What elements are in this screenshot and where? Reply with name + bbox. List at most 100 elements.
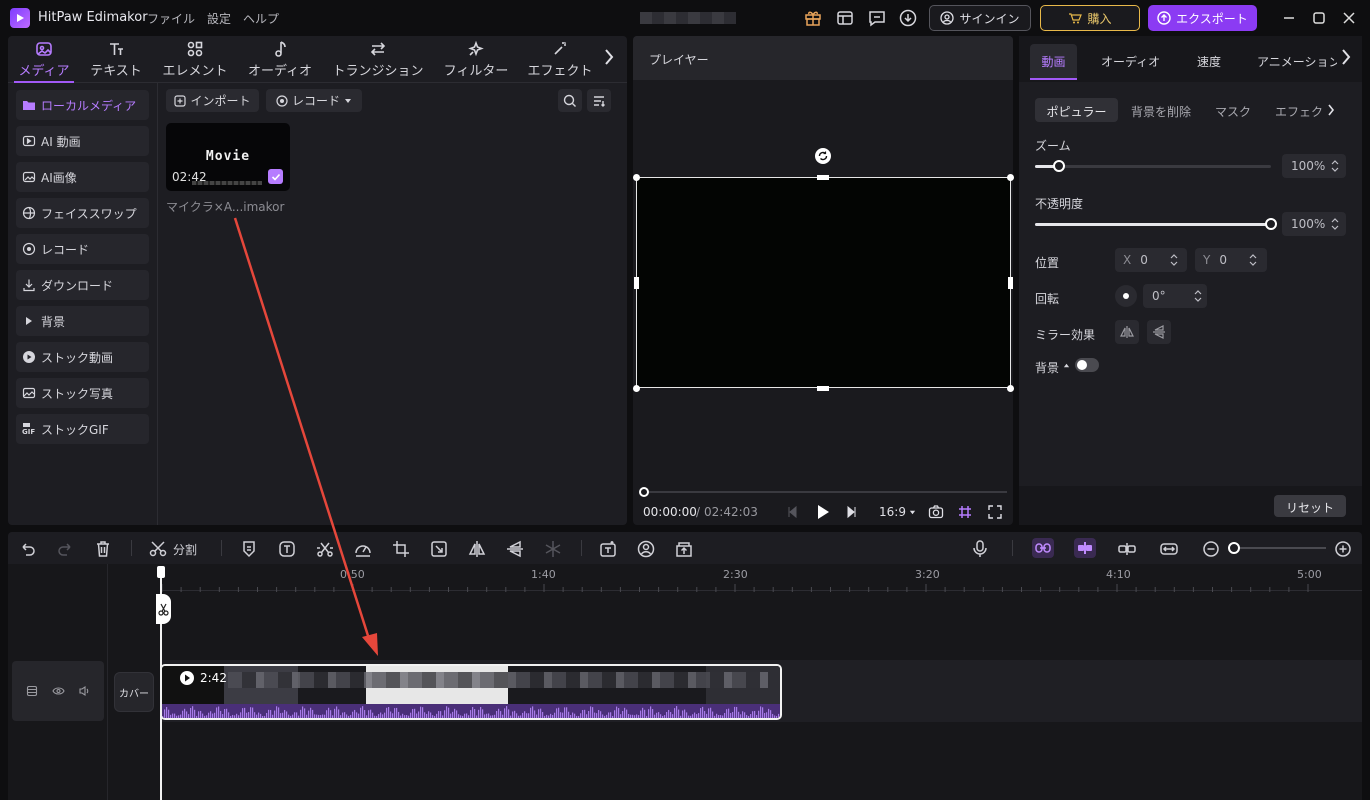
selected-check-icon[interactable]: [268, 169, 283, 184]
shield-marker-icon[interactable]: [239, 539, 259, 559]
stepper-icon[interactable]: [1249, 252, 1257, 268]
subtab-popular[interactable]: ポピュラー: [1035, 98, 1118, 122]
sort-icon[interactable]: [587, 89, 611, 112]
chevron-right-icon[interactable]: [1327, 104, 1335, 116]
video-clip[interactable]: 2:42: [160, 664, 782, 720]
category-text[interactable]: テキスト: [86, 40, 146, 80]
stepper-icon[interactable]: [1331, 158, 1339, 174]
category-effect[interactable]: エフェクト: [524, 40, 596, 80]
buy-button[interactable]: 購入: [1040, 5, 1140, 31]
fullscreen-icon[interactable]: [987, 504, 1003, 520]
zoom-slider-track[interactable]: [1035, 160, 1271, 172]
sidebar-item[interactable]: AI 動画: [16, 126, 149, 156]
opacity-value-field[interactable]: 100%: [1282, 212, 1346, 236]
snapshot-camera-icon[interactable]: [928, 504, 944, 520]
sidebar-item[interactable]: ローカルメディア: [16, 90, 149, 120]
category-media[interactable]: メディア: [14, 40, 74, 83]
mirror-icon[interactable]: [467, 539, 487, 559]
sidebar-item[interactable]: ストック動画: [16, 342, 149, 372]
play-icon[interactable]: [816, 504, 830, 520]
sidebar-item[interactable]: レコード: [16, 234, 149, 264]
import-button[interactable]: インポート: [166, 89, 259, 112]
stepper-icon[interactable]: [1331, 216, 1339, 232]
stepper-icon[interactable]: [1194, 288, 1202, 304]
menu-settings[interactable]: 設定: [207, 10, 231, 27]
caret-up-icon[interactable]: [1063, 362, 1070, 369]
flip-icon[interactable]: [505, 539, 525, 559]
gift-icon[interactable]: [803, 8, 823, 28]
sidebar-item[interactable]: 背景: [16, 306, 149, 336]
flip-horizontal-icon[interactable]: [1115, 320, 1139, 344]
grid-icon[interactable]: [957, 504, 973, 520]
tab-speed[interactable]: 速度: [1197, 53, 1221, 70]
opacity-slider-track[interactable]: [1035, 218, 1277, 230]
category-audio[interactable]: オーディオ: [244, 40, 316, 80]
sidebar-item[interactable]: ダウンロード: [16, 270, 149, 300]
resize-handle[interactable]: [634, 277, 639, 289]
crop-icon[interactable]: [391, 539, 411, 559]
tab-video[interactable]: 動画: [1030, 44, 1077, 80]
position-y-field[interactable]: Y 0: [1195, 248, 1267, 272]
fit-width-icon[interactable]: [1159, 539, 1179, 559]
resize-handle[interactable]: [1008, 277, 1013, 289]
undo-icon[interactable]: [18, 539, 38, 559]
menu-file[interactable]: ファイル: [147, 10, 195, 27]
text-box-icon[interactable]: [277, 539, 297, 559]
eye-visibility-icon[interactable]: [52, 685, 65, 697]
tab-animation[interactable]: アニメーション: [1257, 53, 1337, 70]
resize-handle[interactable]: [1007, 385, 1014, 392]
cover-button[interactable]: カバー: [114, 672, 154, 712]
aspect-ratio-dropdown[interactable]: 16:9: [879, 505, 916, 519]
rotate-handle-icon[interactable]: [814, 147, 832, 165]
freeze-snowflake-icon[interactable]: [543, 539, 563, 559]
speaker-icon[interactable]: [78, 685, 91, 697]
delete-icon[interactable]: [93, 539, 113, 559]
previous-frame-icon[interactable]: [786, 505, 798, 519]
search-icon[interactable]: [558, 89, 582, 112]
chevron-right-icon[interactable]: [1340, 48, 1352, 66]
auto-subtitle-icon[interactable]: [598, 539, 618, 559]
menu-help[interactable]: ヘルプ: [243, 10, 279, 27]
rotate-value-field[interactable]: 0°: [1143, 284, 1207, 308]
resize-handle[interactable]: [817, 175, 829, 180]
zoom-in-icon[interactable]: [1333, 539, 1353, 559]
minimize-icon[interactable]: [1279, 8, 1299, 28]
category-filter[interactable]: フィルター: [440, 40, 512, 80]
subtab-mask[interactable]: マスク: [1215, 103, 1251, 120]
download-icon[interactable]: [898, 8, 918, 28]
subtab-remove-background[interactable]: 背景を削除: [1131, 103, 1191, 120]
opacity-slider-knob[interactable]: [1265, 218, 1277, 230]
playback-progress-bar[interactable]: [643, 491, 1007, 493]
resize-arrow-icon[interactable]: [429, 539, 449, 559]
resize-handle[interactable]: [1007, 174, 1014, 181]
feedback-icon[interactable]: [867, 8, 887, 28]
next-frame-icon[interactable]: [846, 505, 858, 519]
redo-icon[interactable]: [55, 539, 75, 559]
rotate-dial-icon[interactable]: [1115, 285, 1137, 307]
zoom-out-icon[interactable]: [1201, 539, 1221, 559]
sidebar-item[interactable]: フェイススワップ: [16, 198, 149, 228]
sidebar-item[interactable]: ストック写真: [16, 378, 149, 408]
subtab-effect[interactable]: エフェク: [1275, 103, 1327, 120]
timeline-zoom-track[interactable]: [1234, 547, 1326, 549]
link-toggle-icon[interactable]: [1032, 538, 1054, 558]
split-scissors-icon[interactable]: [148, 539, 168, 559]
record-dropdown[interactable]: レコード: [266, 89, 362, 112]
face-icon[interactable]: [636, 539, 656, 559]
film-track-icon[interactable]: [26, 685, 38, 697]
sidebar-item[interactable]: AI画像: [16, 162, 149, 192]
microphone-icon[interactable]: [970, 539, 990, 559]
resize-handle[interactable]: [633, 174, 640, 181]
split-label[interactable]: 分割: [173, 541, 197, 558]
media-thumbnail[interactable]: Movie 02:42: [166, 123, 290, 191]
resize-handle[interactable]: [633, 385, 640, 392]
signin-button[interactable]: サインイン: [929, 5, 1031, 31]
export-button[interactable]: エクスポート: [1148, 5, 1257, 31]
zoom-slider-knob[interactable]: [1052, 160, 1065, 172]
video-preview[interactable]: [636, 177, 1011, 388]
position-x-field[interactable]: X 0: [1115, 248, 1187, 272]
speed-gauge-icon[interactable]: [353, 539, 373, 559]
playhead-handle[interactable]: [157, 566, 165, 578]
trim-icon[interactable]: [315, 539, 335, 559]
category-element[interactable]: エレメント: [160, 40, 230, 80]
